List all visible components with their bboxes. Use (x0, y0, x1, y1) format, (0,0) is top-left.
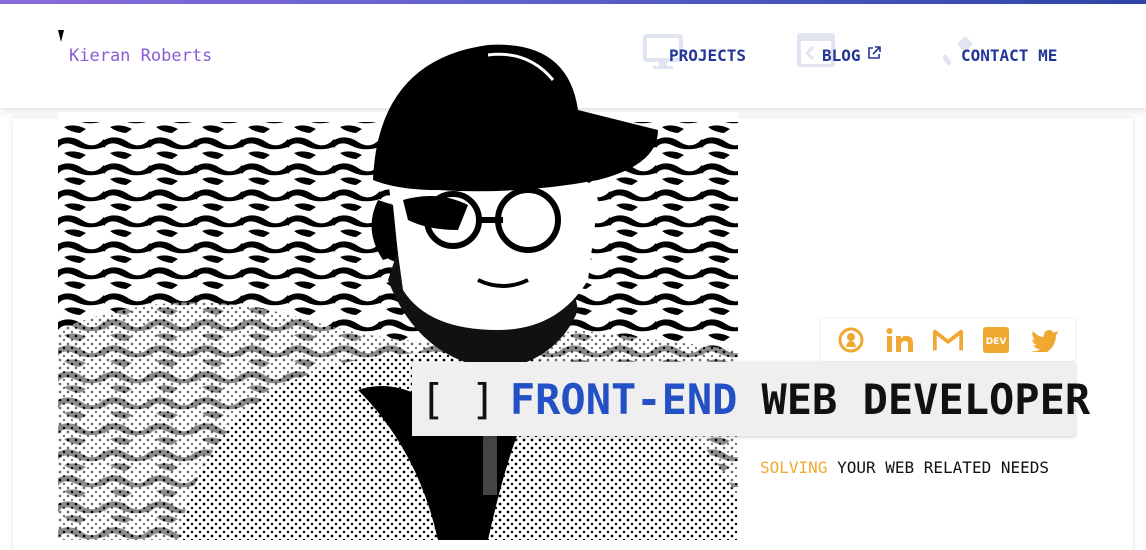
social-links-bar: DEV (821, 319, 1075, 361)
headline-accent: FRONT-END (509, 374, 738, 424)
twitter-icon[interactable] (1030, 325, 1060, 355)
github-icon[interactable] (836, 325, 866, 355)
nav-blog-link[interactable]: BLOG (822, 45, 881, 65)
tagline-rest: YOUR WEB RELATED NEEDS (837, 458, 1049, 477)
nav-contact-label: CONTACT ME (961, 46, 1058, 65)
dev-icon[interactable]: DEV (981, 325, 1011, 355)
svg-text:DEV: DEV (986, 337, 1007, 347)
gmail-icon[interactable] (932, 325, 963, 355)
hero-headline: [ ] FRONT-END WEB DEVELOPER (412, 362, 1090, 436)
nav-blog-label: BLOG (822, 46, 861, 65)
portrait-photo (58, 30, 738, 540)
linkedin-icon[interactable] (885, 325, 915, 355)
tagline-accent: SOLVING (760, 458, 828, 477)
hero-tagline: SOLVING YOUR WEB RELATED NEEDS (760, 458, 1049, 477)
nav-contact-link[interactable]: CONTACT ME (961, 46, 1057, 65)
external-link-icon (867, 45, 881, 59)
headline-rest: WEB DEVELOPER (761, 374, 1091, 424)
headline-bracket: [ ] (420, 374, 496, 424)
